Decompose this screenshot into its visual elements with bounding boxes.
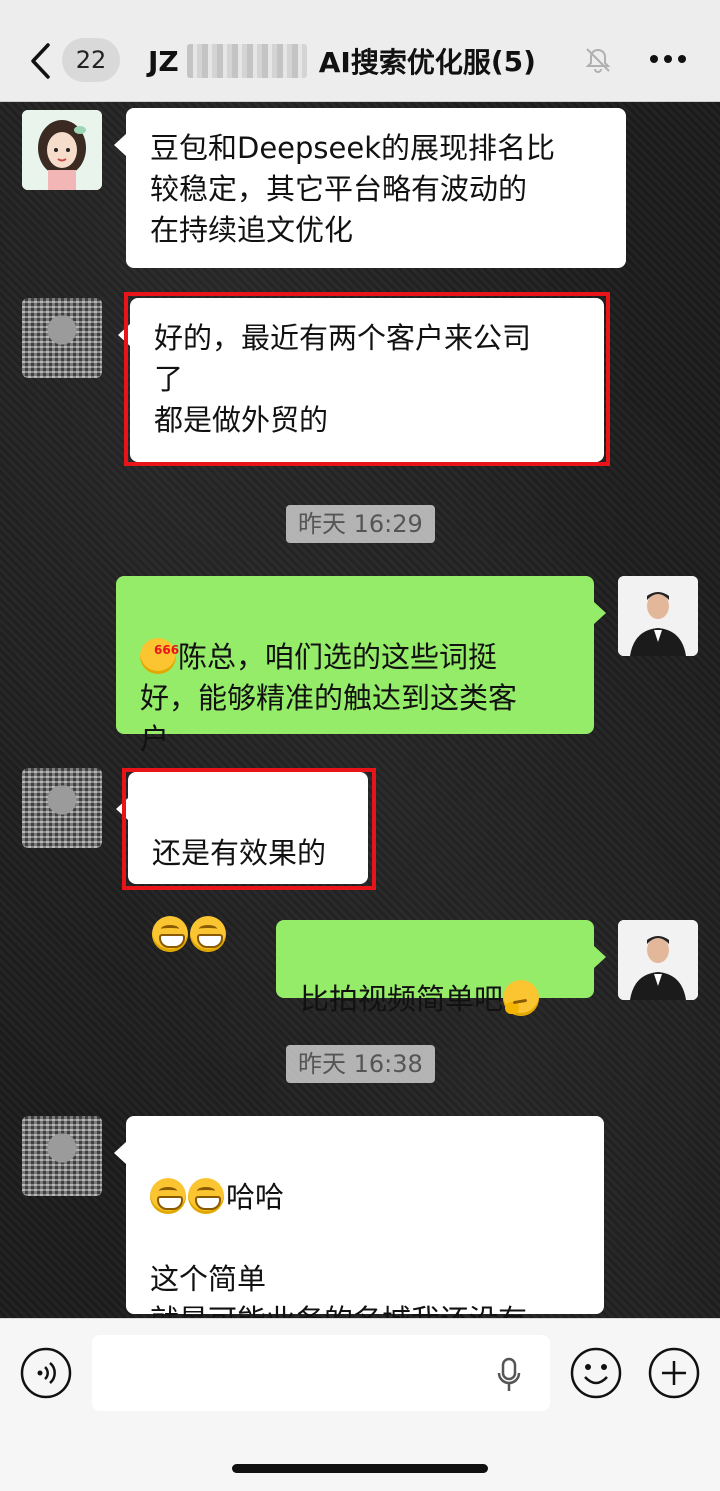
girl-avatar-icon — [22, 110, 102, 190]
message-text-lead: 哈哈 — [226, 1180, 285, 1214]
message-text: 这个简单 就是可能业务的名城我还没有 想到哪些扩展 — [150, 1262, 527, 1318]
member-count: (5) — [490, 44, 536, 78]
grin-emoji-icon — [188, 1178, 224, 1214]
more-options-icon[interactable] — [648, 52, 688, 66]
chat-title-suffix: AI搜索优化服 — [318, 46, 491, 79]
highlight-box — [122, 768, 376, 890]
grin-emoji-icon — [190, 916, 226, 952]
grin-emoji-icon — [150, 1178, 186, 1214]
highlight-box — [124, 292, 610, 466]
my-avatar[interactable] — [618, 920, 698, 1000]
contact-avatar[interactable] — [22, 110, 102, 190]
contact-avatar-pixelated[interactable] — [22, 1116, 102, 1196]
thinking-emoji-icon — [503, 980, 540, 1016]
message-bubble-incoming[interactable]: 哈哈 这个简单 就是可能业务的名城我还没有 想到哪些扩展 — [114, 1116, 604, 1318]
man-avatar-icon — [618, 576, 698, 656]
more-actions-plus-icon[interactable] — [648, 1347, 700, 1399]
emoji-picker-icon[interactable] — [570, 1347, 622, 1399]
blurred-title-segment — [186, 44, 307, 78]
contact-avatar-pixelated[interactable] — [22, 298, 102, 378]
timestamp: 昨天 16:38 — [286, 1045, 435, 1083]
message-text: 比拍视频简单吧 — [300, 982, 504, 1016]
voice-mode-icon[interactable] — [20, 1347, 72, 1399]
my-avatar[interactable] — [618, 576, 698, 656]
smirk-666-emoji-icon — [140, 630, 179, 674]
chat-title-prefix: JZ — [148, 44, 179, 78]
message-input[interactable] — [92, 1335, 550, 1411]
chat-message-list[interactable]: 豆包和Deepseek的展现排名比 较稳定，其它平台略有波动的 在持续追文优化 … — [0, 102, 720, 1318]
message-bubble-outgoing[interactable]: 陈总，咱们选的这些词挺 好，能够精准的触达到这类客 户 — [116, 576, 606, 756]
microphone-icon[interactable] — [496, 1357, 522, 1393]
timestamp: 昨天 16:29 — [286, 505, 435, 543]
man-avatar-icon — [618, 920, 698, 1000]
message-text: 陈总，咱们选的这些词挺 好，能够精准的触达到这类客 户 — [140, 640, 518, 756]
grin-emoji-icon — [152, 916, 188, 952]
muted-bell-icon — [585, 48, 611, 73]
chat-title[interactable]: JZ AI搜索优化服 (5) — [148, 38, 588, 84]
contact-avatar-pixelated[interactable] — [22, 768, 102, 848]
message-bubble-incoming[interactable]: 豆包和Deepseek的展现排名比 较稳定，其它平台略有波动的 在持续追文优化 — [114, 108, 626, 268]
back-chevron-icon[interactable] — [28, 42, 54, 80]
message-bubble-outgoing[interactable]: 比拍视频简单吧 — [276, 920, 606, 1016]
home-indicator[interactable] — [232, 1464, 488, 1473]
unread-count-badge[interactable]: 22 — [62, 38, 120, 82]
chat-header: 22 JZ AI搜索优化服 (5) — [0, 0, 720, 102]
